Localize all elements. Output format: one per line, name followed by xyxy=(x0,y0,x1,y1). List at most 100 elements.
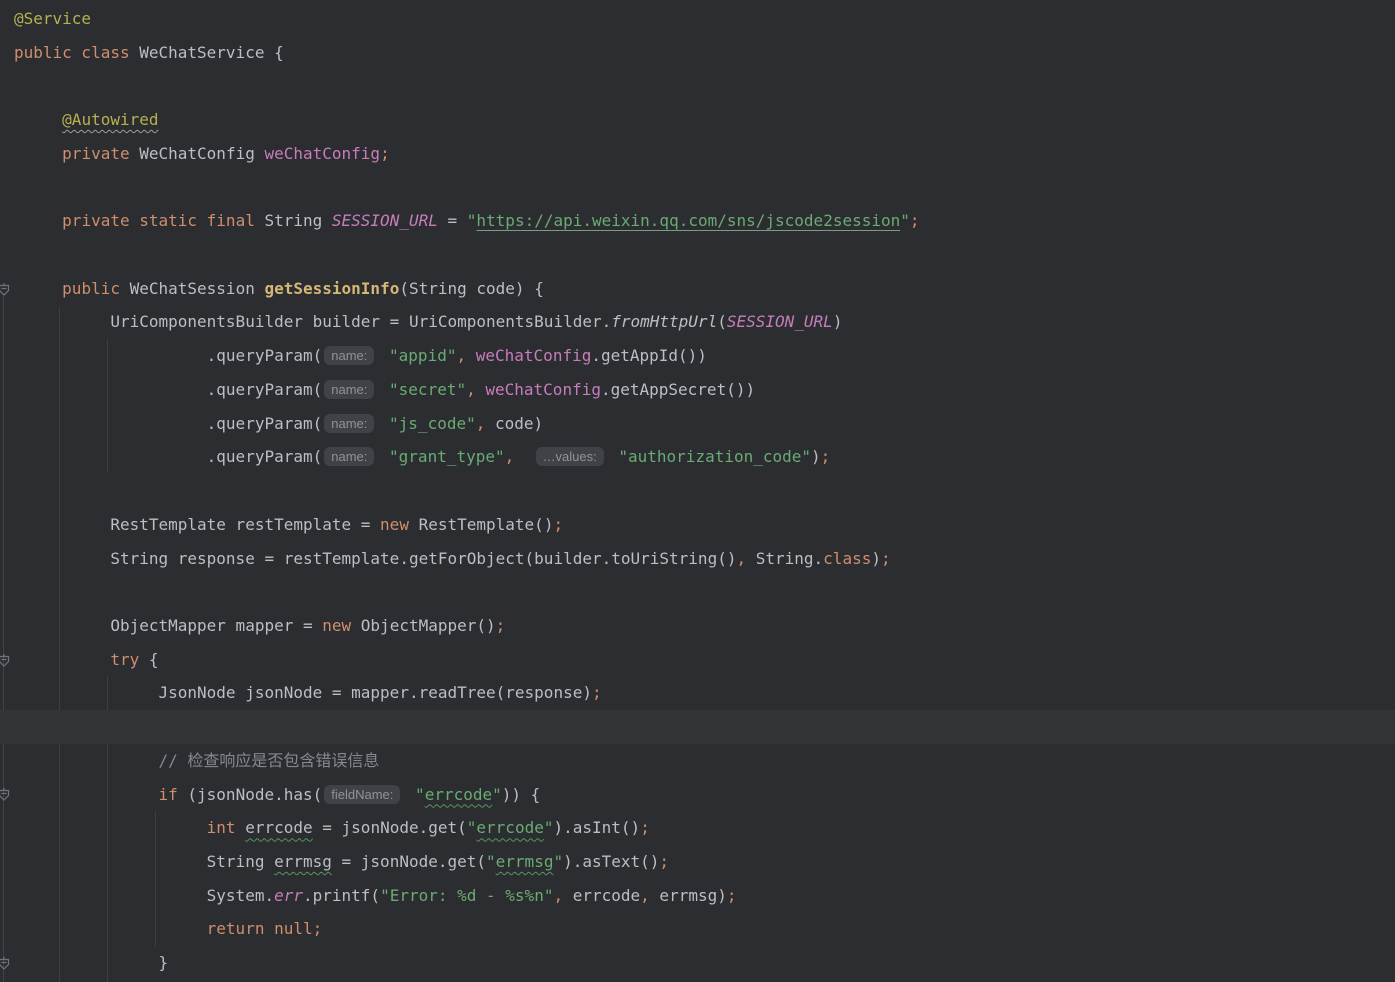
code-token: (jsonNode.has( xyxy=(177,784,323,804)
code-token: try xyxy=(110,649,140,669)
code-line[interactable]: } xyxy=(0,946,1395,980)
code-token: new xyxy=(380,514,409,534)
code-line[interactable]: .queryParam(name: "secret", weChatConfig… xyxy=(0,373,1395,407)
code-token: weChatConfig xyxy=(475,346,592,366)
code-token: " xyxy=(466,818,477,838)
code-token: , xyxy=(504,447,515,467)
code-token: ; xyxy=(726,885,737,905)
code-line[interactable] xyxy=(0,171,1395,205)
code-line[interactable]: ObjectMapper mapper = new ObjectMapper()… xyxy=(0,609,1395,643)
code-token: errcode xyxy=(476,818,544,838)
code-token: ).asText() xyxy=(563,851,660,871)
code-line[interactable]: return null; xyxy=(0,912,1395,946)
code-line[interactable]: if (jsonNode.has(fieldName: "errcode")) … xyxy=(0,778,1395,812)
code-line[interactable] xyxy=(0,238,1395,272)
code-line[interactable]: .queryParam(name: "appid", weChatConfig.… xyxy=(0,339,1395,373)
code-token: .getAppId()) xyxy=(591,346,707,366)
code-line[interactable] xyxy=(0,474,1395,508)
code-line[interactable]: // 检查响应是否包含错误信息 xyxy=(0,744,1395,778)
code-token: ; xyxy=(820,447,831,467)
code-token: // 检查响应是否包含错误信息 xyxy=(158,750,380,770)
code-line[interactable]: int errcode = jsonNode.get("errcode").as… xyxy=(0,811,1395,845)
code-token: private static final xyxy=(62,211,255,231)
code-token: weChatConfig xyxy=(485,379,601,399)
code-token: ) xyxy=(811,447,821,467)
code-token: errcode xyxy=(424,784,493,804)
code-editor[interactable]: @Service public class WeChatService { @Au… xyxy=(0,0,1395,982)
code-area[interactable]: @Service public class WeChatService { @Au… xyxy=(0,0,1395,980)
code-line[interactable]: try { xyxy=(0,643,1395,677)
code-token: ( xyxy=(717,312,727,332)
code-token: ; xyxy=(880,548,891,568)
code-line[interactable]: RestTemplate restTemplate = new RestTemp… xyxy=(0,508,1395,542)
code-line-caret[interactable] xyxy=(0,710,1395,744)
inlay-hint: …values: xyxy=(535,447,604,467)
code-token: .queryParam( xyxy=(14,413,323,433)
code-token: ) xyxy=(871,548,881,568)
code-token: " xyxy=(900,211,910,231)
code-line[interactable]: private static final String SESSION_URL … xyxy=(0,204,1395,238)
code-token: ).asInt() xyxy=(553,818,641,838)
code-token: , xyxy=(466,379,476,399)
code-line[interactable]: .queryParam(name: "grant_type", …values:… xyxy=(0,440,1395,474)
inlay-hint: name: xyxy=(324,346,375,366)
code-token: } xyxy=(14,953,169,973)
fold-arrow-icon[interactable] xyxy=(0,956,10,970)
fold-arrow-icon[interactable] xyxy=(0,282,10,296)
code-token: , xyxy=(736,548,747,568)
code-token: ; xyxy=(591,683,602,703)
code-token: return xyxy=(206,919,265,939)
fold-arrow-icon[interactable] xyxy=(0,653,10,667)
code-token: https://api.weixin.qq.com/sns/jscode2ses… xyxy=(476,211,901,231)
code-token: , xyxy=(456,346,467,366)
code-token: SESSION_URL xyxy=(726,312,833,332)
code-line[interactable]: UriComponentsBuilder builder = UriCompon… xyxy=(0,305,1395,339)
inlay-hint: fieldName: xyxy=(324,784,401,804)
code-line[interactable]: .queryParam(name: "js_code", code) xyxy=(0,407,1395,441)
code-token: "js_code" xyxy=(389,413,476,433)
code-token: SESSION_URL xyxy=(331,211,438,231)
code-token: ; xyxy=(380,143,390,163)
code-token: = jsonNode.get( xyxy=(312,818,467,838)
code-line[interactable]: String response = restTemplate.getForObj… xyxy=(0,542,1395,576)
code-token: errcode xyxy=(245,818,313,838)
code-token: code) xyxy=(485,413,544,433)
code-line[interactable]: @Autowired xyxy=(0,103,1395,137)
inlay-hint: name: xyxy=(324,447,375,467)
code-line[interactable]: System.err.printf("Error: %d - %s%n", er… xyxy=(0,879,1395,913)
code-token: (String code) { xyxy=(399,278,544,298)
code-line[interactable]: @Service xyxy=(0,2,1395,36)
code-token: @Autowired xyxy=(62,110,159,130)
code-line[interactable]: String errmsg = jsonNode.get("errmsg").a… xyxy=(0,845,1395,879)
code-line[interactable]: private WeChatConfig weChatConfig; xyxy=(0,137,1395,171)
fold-arrow-icon[interactable] xyxy=(0,787,10,802)
code-token: )) { xyxy=(501,784,541,804)
code-token: ; xyxy=(659,851,670,871)
inlay-hint: name: xyxy=(324,413,375,433)
code-token: null xyxy=(274,919,313,939)
code-token: getSessionInfo xyxy=(264,278,400,298)
code-token: errmsg) xyxy=(649,885,727,905)
code-line[interactable]: public WeChatSession getSessionInfo(Stri… xyxy=(0,272,1395,306)
code-line[interactable]: public class WeChatService { xyxy=(0,36,1395,70)
code-line[interactable]: JsonNode jsonNode = mapper.readTree(resp… xyxy=(0,676,1395,710)
code-token: if xyxy=(158,784,178,804)
code-line[interactable] xyxy=(0,69,1395,103)
code-token: class xyxy=(823,548,872,568)
code-token: "appid" xyxy=(389,346,457,366)
code-token: ) xyxy=(832,312,843,332)
code-line[interactable] xyxy=(0,575,1395,609)
